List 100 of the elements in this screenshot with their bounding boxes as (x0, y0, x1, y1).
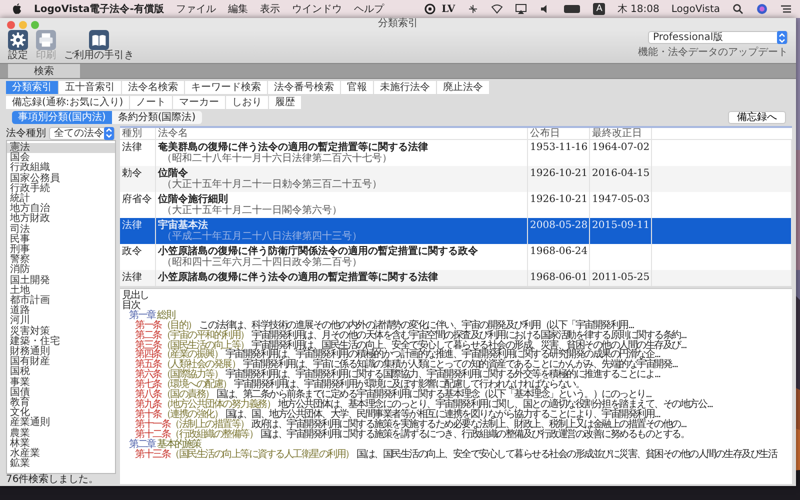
promulgation-date: 1926-10-21 (530, 168, 588, 179)
search-tab[interactable]: 備忘録(通称:お気に入り) (6, 96, 130, 109)
menu-item[interactable]: 表示 (260, 2, 280, 16)
table-row[interactable]: 法律 宇宙基本法 （平成二十年五月二十八日法律第四十三号） 2008-05-28 2015-09-11 (120, 218, 792, 244)
search-tab[interactable]: 法令名検索 (122, 81, 184, 94)
search-tab[interactable]: マーカー (173, 96, 226, 109)
menu-item[interactable]: ヘルプ (354, 2, 384, 16)
wifi-icon[interactable] (491, 3, 504, 15)
siri-icon[interactable] (756, 3, 768, 15)
amendment-date: 1947-05-03 (592, 194, 650, 205)
search-tab[interactable]: キーワード検索 (185, 81, 267, 94)
toc-heading: 見出し (122, 291, 148, 301)
article-line[interactable]: 第二条（宇宙の平和的利用） 宇宙開発利用は、月その他の天体を含む宇宙空間の探査及び利用における国家活動を律する原則に関する条約... (122, 330, 686, 341)
category-item[interactable]: 司法 (7, 224, 115, 235)
article-line[interactable]: 第十三条（国民生活の向上等に資する人工衛星の利用） 国は、国民生活の向上、安全で安心して暮らせる社会の形成並びに災害、貧困その他の人間の生存及び生活 (122, 450, 777, 460)
law-number: （昭和二十八年十一月十六日法律第二百六十七号） (161, 153, 392, 164)
search-tab[interactable]: 未施行法令 (374, 81, 436, 94)
law-number: （昭和四十三年六月二十四日政令第二百号） (161, 257, 362, 268)
promulgation-date: 1968-06-24 (530, 246, 588, 257)
input-method[interactable]: A (593, 3, 606, 15)
law-type: 法律 (122, 142, 142, 153)
law-type-select[interactable]: 全ての法令 (49, 126, 115, 140)
category-item[interactable]: 国家公務員 (7, 174, 115, 184)
law-name: 小笠原諸島の復帰に伴う法令の適用の暫定措置等に関する法律 (158, 272, 438, 283)
article-line[interactable]: 第十条（連携の強化） 国は、国、地方公共団体、大学、民間事業者等が相互に連携を図りながら協力することにより、宇宙開発利用... (122, 410, 660, 420)
column-header[interactable]: 法令名 (156, 128, 528, 139)
user-menu[interactable]: LogoVista (671, 4, 720, 14)
category-item[interactable]: 国有財産 (7, 357, 115, 368)
toolbar-button[interactable]: ご利用の手引き (64, 30, 134, 61)
memo-button[interactable]: 備忘録へ (728, 111, 786, 124)
law-name: 宇宙基本法 (158, 220, 208, 231)
search-tab[interactable]: 廃止法令 (437, 81, 489, 94)
amendment-date: 2015-09-11 (592, 220, 650, 231)
column-header[interactable]: 種別 (120, 128, 156, 139)
category-item[interactable]: 行政組織 (7, 163, 115, 174)
column-header[interactable]: 公布日 (528, 128, 590, 139)
table-row[interactable]: 勅令 位階令 （大正十五年十月二十一日勅令第三百二十五号） 1926-10-21 2016-04-15 (120, 166, 792, 192)
category-item[interactable]: 災害対策 (7, 326, 115, 337)
search-tab[interactable]: 五十音索引 (59, 81, 121, 94)
search-icon[interactable] (732, 3, 744, 15)
category-tab[interactable]: 事項別分類(国内法) (12, 111, 112, 124)
category-item[interactable]: 都市計画 (7, 296, 115, 306)
search-tab[interactable]: 官報 (341, 81, 373, 94)
status-menu[interactable]: LV (442, 4, 456, 14)
apple-icon[interactable] (12, 3, 22, 15)
law-type: 政令 (122, 246, 142, 257)
chapter-heading[interactable]: 第一章 総則 (122, 310, 175, 321)
column-header[interactable]: 最終改正日 (590, 128, 652, 139)
edition-select[interactable]: Professional版 (648, 31, 788, 44)
category-item[interactable]: 教育 (7, 398, 115, 408)
gear-icon (8, 30, 28, 50)
law-name: 位階令施行細則 (158, 194, 228, 205)
promulgation-date: 1953-11-16 (530, 142, 588, 153)
law-type-label: 法令種別 (6, 126, 46, 140)
category-item[interactable]: 産業通則 (7, 418, 115, 429)
window-controls-icon[interactable] (6, 20, 40, 30)
search-tab[interactable]: 分類索引 (6, 81, 58, 94)
sync-icon[interactable] (467, 3, 480, 15)
menu-item[interactable]: ウインドウ (292, 2, 342, 16)
category-item[interactable]: 国税 (7, 367, 115, 378)
category-item[interactable]: 憲法 (7, 143, 115, 154)
clock[interactable]: 木 18:08 (617, 2, 660, 16)
table-row[interactable]: 法律 小笠原諸島の復帰に伴う法令の適用の暫定措置等に関する法律 1968-06-01 2011-05-25 (120, 270, 792, 286)
amendment-date: 2011-05-25 (592, 272, 650, 283)
law-number: （大正十五年十月二十一日閣令第六号） (161, 205, 342, 216)
promulgation-date: 1968-06-01 (530, 272, 588, 283)
display-icon[interactable] (563, 3, 582, 15)
search-tab[interactable]: ノート (130, 96, 172, 109)
menu-item[interactable]: ファイル (176, 2, 216, 16)
article-line[interactable]: 第一条（目的） この法律は、科学技術の進展その他の内外の諸情勢の変化に伴い、宇宙の開発及び利用（以下「宇宙開発利用... (122, 320, 634, 331)
promulgation-date: 1926-10-21 (530, 194, 588, 205)
swirl-icon[interactable] (424, 3, 436, 15)
category-item[interactable]: 事業 (7, 378, 115, 388)
update-link[interactable]: 機能・法令データのアップデート (638, 45, 788, 59)
status-text: 76件検索しました。 (6, 474, 100, 486)
article-line[interactable]: 第十二条（行政組織の整備等） 国は、宇宙開発利用に関する施策を講ずるにつき、行政組織の整備及び行政運営の改善に努めるものとする。 (122, 430, 690, 440)
window-title: 分類索引 (378, 18, 418, 30)
category-item[interactable]: 河川 (7, 316, 115, 327)
search-tab[interactable]: しおり (226, 96, 268, 109)
category-tab[interactable]: 条約分類(国際法) (112, 111, 202, 124)
chapter-heading[interactable]: 第二章 基本的施策 (122, 440, 201, 450)
category-item[interactable]: 国土開発 (7, 276, 115, 286)
category-item[interactable]: 農業 (7, 428, 115, 439)
app-menu[interactable]: LogoVista電子法令-有償版 (34, 2, 164, 16)
search-tab[interactable]: 履歴 (269, 96, 302, 109)
article-line[interactable]: 第十一条（法制上の措置等） 政府は、宇宙開発利用に関する施策を実施するため必要な法制上、財政上、税制上又は金融上の措置その他の... (122, 420, 686, 430)
category-item[interactable]: 消防 (7, 265, 115, 276)
category-item[interactable]: 地方財政 (7, 214, 115, 225)
airplay-icon[interactable] (515, 3, 528, 15)
toolbar-button[interactable]: 設定 (8, 30, 28, 61)
mode-tab[interactable]: 検索 (8, 64, 80, 78)
menu-item[interactable]: 編集 (228, 2, 248, 16)
article-line[interactable]: 第八条（国の責務） 国は、第二条から前条までに定める宇宙開発利用に関する基本理念（以下「基本理念」という。）にのっとり... (122, 390, 652, 400)
category-item[interactable]: 鉱業 (7, 459, 115, 470)
law-number: （大正十五年十月二十一日勅令第三百二十五号） (161, 179, 382, 190)
updown-icon (777, 31, 787, 44)
article-line[interactable]: 第九条（地方公共団体の努力義務） 地方公共団体は、基本理念にのっとり、宇宙開発利用に関し、国との適切な役割分担を踏まえて、その地方公... (122, 400, 712, 410)
promulgation-date: 2008-05-28 (530, 220, 588, 231)
search-tab[interactable]: 法令番号検索 (268, 81, 340, 94)
list-icon[interactable] (780, 3, 792, 15)
